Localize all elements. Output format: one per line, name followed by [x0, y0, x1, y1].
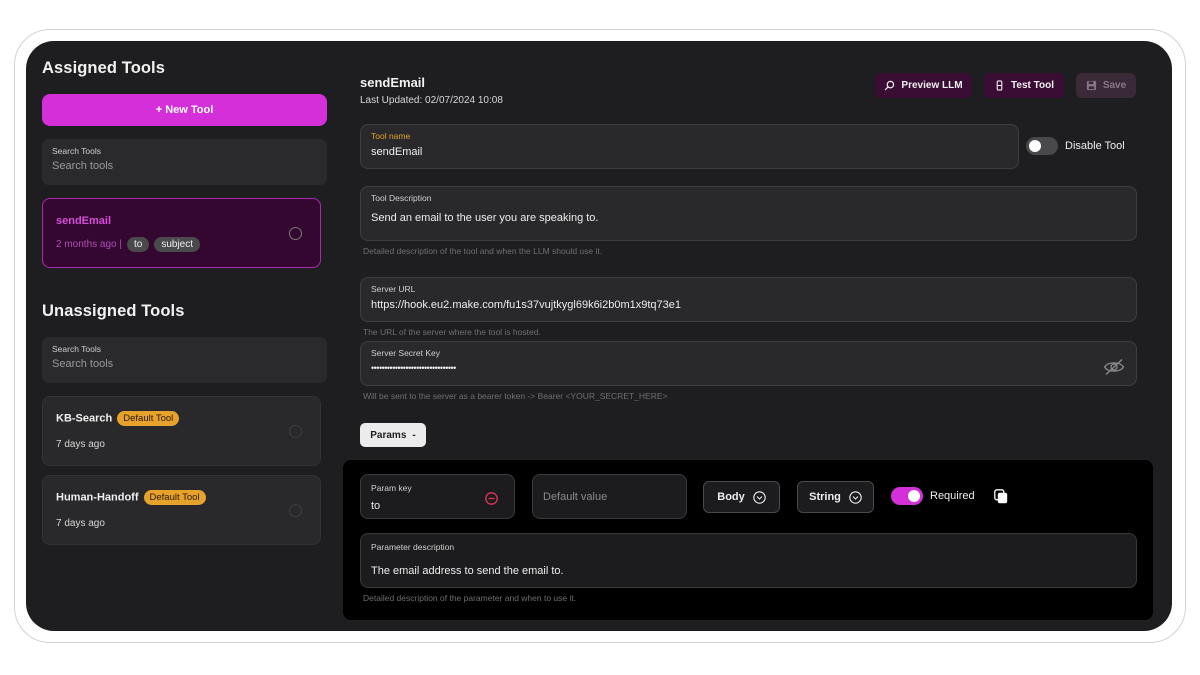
chevron-down-icon: [753, 490, 766, 504]
test-tool-label: Test Tool: [1011, 80, 1054, 91]
search-assigned-box[interactable]: Search Tools: [42, 139, 327, 185]
tool-card-name-text: KB-Search: [56, 412, 113, 425]
tool-card-human-handoff[interactable]: Human-Handoff Default Tool 7 days ago: [42, 475, 321, 545]
server-secret-key-label: Server Secret Key: [371, 348, 440, 358]
tool-card-kb-search[interactable]: KB-Search Default Tool 7 days ago: [42, 396, 321, 466]
param-description-label: Parameter description: [371, 542, 455, 552]
search-unassigned-input[interactable]: [52, 358, 317, 370]
search-assigned-label: Search Tools: [52, 146, 101, 156]
param-key-label: Param key: [371, 483, 412, 493]
param-location-value: Body: [717, 491, 745, 503]
param-type-select[interactable]: String: [797, 481, 874, 513]
tool-card-meta: 2 months ago | to subject: [56, 237, 201, 252]
default-value-placeholder: Default value: [543, 491, 608, 503]
select-radio[interactable]: [289, 425, 302, 438]
param-description-value[interactable]: The email address to send the email to.: [371, 565, 564, 577]
floppy-disk-icon: [1086, 80, 1096, 91]
tool-card-time: 2 months ago |: [56, 239, 122, 250]
param-description-field[interactable]: Parameter description The email address …: [360, 533, 1137, 588]
param-type-value: String: [809, 491, 841, 503]
unassigned-tools-title: Unassigned Tools: [42, 302, 185, 320]
tool-card-name: KB-Search Default Tool: [56, 411, 180, 426]
disable-tool-toggle[interactable]: [1026, 137, 1058, 155]
select-radio[interactable]: [289, 504, 302, 517]
server-secret-key-value[interactable]: ••••••••••••••••••••••••••••••••: [371, 363, 1126, 373]
search-assigned-input[interactable]: [52, 160, 317, 172]
assigned-tools-title: Assigned Tools: [42, 59, 166, 77]
tool-card-meta: 7 days ago: [56, 518, 105, 529]
eye-off-icon[interactable]: [1103, 358, 1125, 376]
params-toggle-symbol: -: [412, 429, 416, 441]
search-unassigned-box[interactable]: Search Tools: [42, 337, 327, 383]
default-tool-badge: Default Tool: [143, 490, 206, 505]
tool-card-name: Human-Handoff Default Tool: [56, 490, 206, 505]
tool-name-label: Tool name: [371, 131, 411, 141]
save-button[interactable]: Save: [1076, 73, 1136, 98]
tool-card-name: sendEmail: [56, 215, 112, 227]
chevron-down-icon: [849, 490, 862, 504]
server-secret-key-helper: Will be sent to the server as a bearer t…: [363, 391, 668, 401]
tool-name-value[interactable]: sendEmail: [371, 146, 1008, 158]
tool-description-label: Tool Description: [371, 193, 432, 203]
tool-card-sendemail[interactable]: sendEmail 2 months ago | to subject: [42, 198, 321, 268]
toggle-knob: [1029, 140, 1041, 152]
param-chip: to: [126, 237, 150, 252]
test-tool-button[interactable]: Test Tool: [984, 73, 1064, 98]
remove-param-icon[interactable]: [485, 492, 498, 505]
tool-description-helper: Detailed description of the tool and whe…: [363, 246, 603, 256]
search-unassigned-label: Search Tools: [52, 344, 101, 354]
test-tube-icon: [996, 80, 1003, 91]
param-description-helper: Detailed description of the parameter an…: [363, 593, 577, 603]
disable-tool-label: Disable Tool: [1065, 140, 1125, 152]
tool-description-value[interactable]: Send an email to the user you are speaki…: [371, 212, 1126, 224]
param-key-field[interactable]: Param key to: [360, 474, 515, 519]
new-tool-button[interactable]: + New Tool: [42, 94, 327, 126]
tool-card-meta: 7 days ago: [56, 439, 105, 450]
server-secret-key-field[interactable]: Server Secret Key ••••••••••••••••••••••…: [360, 341, 1137, 386]
required-toggle[interactable]: [891, 487, 923, 505]
page-title: sendEmail: [360, 75, 426, 90]
toggle-knob: [908, 490, 920, 502]
tool-description-field[interactable]: Tool Description Send an email to the us…: [360, 186, 1137, 241]
param-chip: subject: [154, 237, 201, 252]
default-tool-badge: Default Tool: [117, 411, 180, 426]
save-label: Save: [1102, 80, 1127, 91]
required-label: Required: [930, 490, 975, 502]
params-toggle-button[interactable]: Params -: [360, 423, 426, 447]
copy-icon[interactable]: [994, 489, 1008, 504]
preview-llm-label: Preview LLM: [901, 80, 963, 91]
last-updated-text: Last Updated: 02/07/2024 10:08: [360, 95, 503, 106]
tool-name-field[interactable]: Tool name sendEmail: [360, 124, 1019, 169]
tool-card-time: 7 days ago: [56, 439, 105, 450]
param-location-select[interactable]: Body: [703, 481, 780, 513]
tool-card-time: 7 days ago: [56, 518, 105, 529]
param-key-value[interactable]: to: [371, 500, 380, 512]
search-icon: [885, 80, 895, 91]
app-window: Assigned Tools + New Tool Search Tools s…: [26, 41, 1172, 631]
server-url-label: Server URL: [371, 284, 416, 294]
default-value-field[interactable]: Default value: [532, 474, 687, 519]
server-url-field[interactable]: Server URL https://hook.eu2.make.com/fu1…: [360, 277, 1137, 322]
tool-card-name-text: Human-Handoff: [56, 491, 139, 504]
server-url-value[interactable]: https://hook.eu2.make.com/fu1s37vujtkygl…: [371, 299, 1126, 311]
server-url-helper: The URL of the server where the tool is …: [363, 327, 541, 337]
select-radio[interactable]: [289, 227, 302, 240]
params-toggle-label: Params: [370, 429, 407, 441]
preview-llm-button[interactable]: Preview LLM: [875, 73, 972, 98]
